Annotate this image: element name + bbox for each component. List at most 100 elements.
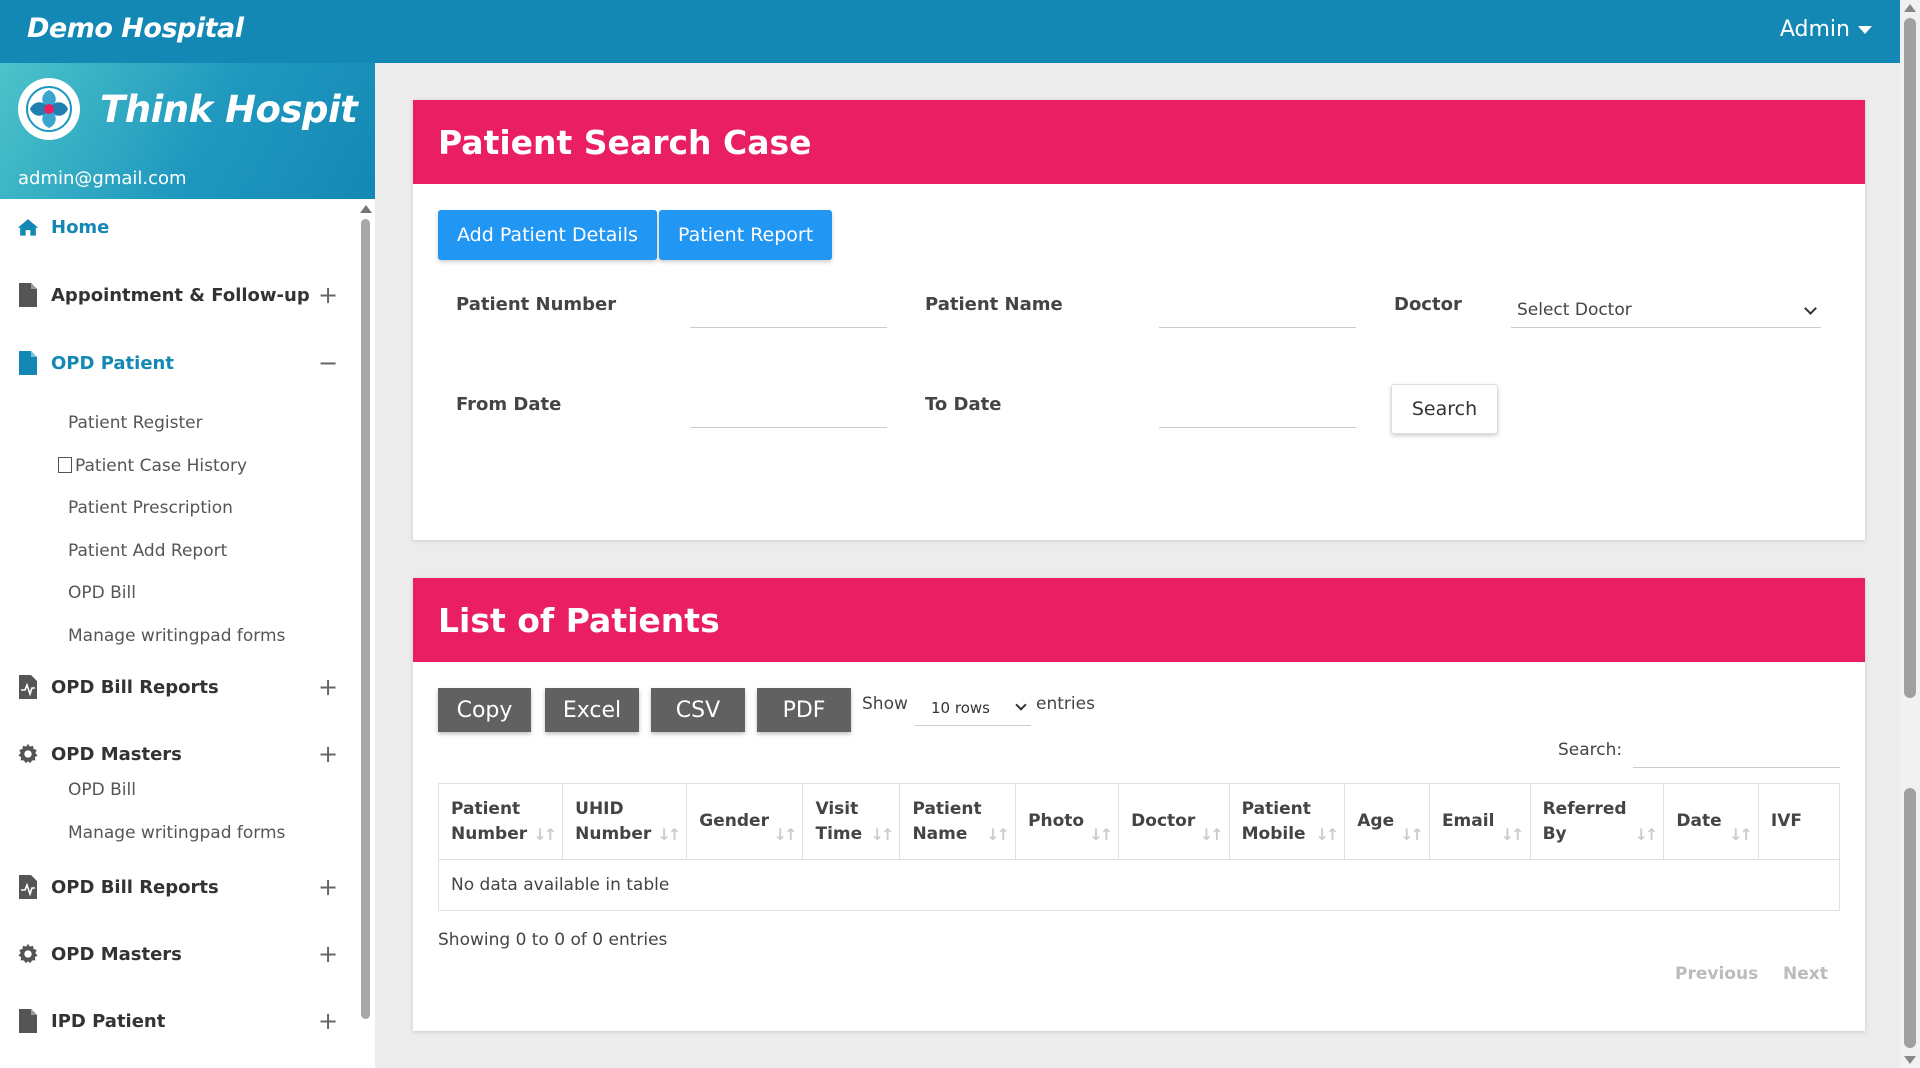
sub-item-patient-case-history[interactable]: Patient Case History <box>58 456 248 476</box>
sub-item-manage-writingpad[interactable]: Manage writingpad forms <box>68 626 285 646</box>
add-patient-details-button[interactable]: Add Patient Details <box>438 210 657 260</box>
column-header[interactable]: Patient Name ↓↑ <box>899 783 1017 860</box>
column-header[interactable]: Date ↓↑ <box>1663 783 1759 860</box>
copy-button[interactable]: Copy <box>438 688 531 732</box>
search-button[interactable]: Search <box>1391 384 1498 434</box>
expand-plus-icon[interactable]: + <box>318 742 338 766</box>
column-header[interactable]: UHID Number ↓↑ <box>562 783 688 860</box>
patient-report-button[interactable]: Patient Report <box>659 210 833 260</box>
sidebar-scroll-thumb[interactable] <box>361 219 370 1019</box>
previous-page-button[interactable]: Previous <box>1675 964 1758 984</box>
column-header[interactable]: Patient Number ↓↑ <box>437 783 564 860</box>
sort-icon[interactable]: ↓↑ <box>1315 822 1339 847</box>
column-header[interactable]: IVF <box>1757 783 1841 860</box>
entries-label: entries <box>1036 694 1095 714</box>
sidebar-item-opd-bill-reports[interactable]: OPD Bill Reports + <box>0 667 350 707</box>
gear-icon <box>17 941 39 967</box>
file-icon <box>17 282 39 308</box>
to-date-input[interactable] <box>1159 398 1356 428</box>
sort-icon[interactable]: ↓↑ <box>1501 822 1525 847</box>
sort-icon[interactable]: ↓↑ <box>774 822 798 847</box>
sort-icon[interactable]: ↓↑ <box>1635 822 1659 847</box>
sort-icon[interactable]: ↓↑ <box>1089 822 1113 847</box>
sub-item-patient-prescription[interactable]: Patient Prescription <box>68 498 233 518</box>
doctor-label: Doctor <box>1394 294 1462 315</box>
rows-per-page-select[interactable]: 10 rows <box>915 690 1031 726</box>
top-navbar: Demo Hospital Admin <box>0 0 1900 63</box>
sort-icon[interactable]: ↓↑ <box>986 822 1010 847</box>
checkbox-icon <box>58 457 72 473</box>
scroll-down-icon[interactable] <box>1904 1056 1916 1064</box>
chevron-down-icon <box>1015 699 1027 711</box>
sidebar-item-label: Home <box>51 216 110 238</box>
column-header[interactable]: Email ↓↑ <box>1428 783 1531 860</box>
chevron-down-icon <box>1804 302 1817 315</box>
file-icon <box>17 350 39 376</box>
brand-name[interactable]: Demo Hospital <box>27 13 244 44</box>
sidebar-item-opd-patient[interactable]: OPD Patient − <box>0 343 350 383</box>
expand-plus-icon[interactable]: + <box>318 875 338 899</box>
next-page-button[interactable]: Next <box>1783 964 1828 984</box>
sidebar-item-appointment[interactable]: Appointment & Follow-up + <box>0 275 350 315</box>
sub-item-label: Patient Case History <box>75 456 248 476</box>
sort-icon[interactable]: ↓↑ <box>1400 822 1424 847</box>
from-date-label: From Date <box>456 394 562 415</box>
column-header[interactable]: Visit Time ↓↑ <box>802 783 901 860</box>
sidebar-item-home[interactable]: Home <box>0 207 350 247</box>
sort-icon[interactable]: ↓↑ <box>871 822 895 847</box>
scroll-up-icon[interactable] <box>1904 4 1916 12</box>
table-info: Showing 0 to 0 of 0 entries <box>438 930 668 950</box>
sort-icon[interactable]: ↓↑ <box>533 822 557 847</box>
excel-button[interactable]: Excel <box>545 688 639 732</box>
sub-item-opd-bill-2[interactable]: OPD Bill <box>68 780 136 800</box>
sidebar-item-opd-bill-reports-2[interactable]: OPD Bill Reports + <box>0 867 350 907</box>
sidebar-item-label: Appointment & Follow-up <box>51 284 310 306</box>
sort-icon[interactable]: ↓↑ <box>657 822 681 847</box>
patient-number-input[interactable] <box>690 298 887 328</box>
patient-name-input[interactable] <box>1159 298 1356 328</box>
expand-plus-icon[interactable]: + <box>318 942 338 966</box>
page-scroll-thumb-lower[interactable] <box>1904 788 1916 1048</box>
sub-item-patient-register[interactable]: Patient Register <box>68 413 203 433</box>
from-date-input[interactable] <box>690 398 887 428</box>
sidebar-item-opd-masters[interactable]: OPD Masters + <box>0 734 350 774</box>
csv-button[interactable]: CSV <box>651 688 745 732</box>
sub-item-patient-add-report[interactable]: Patient Add Report <box>68 541 227 561</box>
page-scroll-thumb[interactable] <box>1904 18 1916 698</box>
column-header[interactable]: Gender ↓↑ <box>686 783 804 860</box>
column-header[interactable]: Photo ↓↑ <box>1015 783 1120 860</box>
column-header[interactable]: Referred By ↓↑ <box>1529 783 1665 860</box>
sidebar-item-opd-masters-2[interactable]: OPD Masters + <box>0 934 350 974</box>
expand-plus-icon[interactable]: + <box>318 1009 338 1033</box>
admin-dropdown[interactable]: Admin <box>1780 17 1872 42</box>
report-icon <box>17 674 39 700</box>
pdf-button[interactable]: PDF <box>757 688 851 732</box>
report-icon <box>17 874 39 900</box>
sub-item-manage-writingpad-2[interactable]: Manage writingpad forms <box>68 823 285 843</box>
sort-icon[interactable]: ↓↑ <box>1729 822 1753 847</box>
sidebar-item-label: OPD Patient <box>51 352 174 374</box>
column-header[interactable]: Age ↓↑ <box>1344 783 1430 860</box>
column-header[interactable]: Patient Mobile ↓↑ <box>1228 783 1346 860</box>
empty-table-message: No data available in table <box>438 859 1840 911</box>
hospital-logo-icon <box>18 78 80 140</box>
doctor-select[interactable]: Select Doctor <box>1511 292 1821 328</box>
sidebar-scrollbar[interactable] <box>360 205 372 1068</box>
doctor-select-value: Select Doctor <box>1517 299 1632 320</box>
patient-number-label: Patient Number <box>456 294 617 315</box>
page-scrollbar[interactable] <box>1900 0 1920 1068</box>
sub-item-opd-bill[interactable]: OPD Bill <box>68 583 136 603</box>
scroll-up-icon[interactable] <box>360 205 372 213</box>
column-header[interactable]: Doctor ↓↑ <box>1118 783 1230 860</box>
to-date-label: To Date <box>925 394 1002 415</box>
table-search-input[interactable] <box>1633 732 1840 768</box>
collapse-minus-icon[interactable]: − <box>318 351 338 375</box>
expand-plus-icon[interactable]: + <box>318 283 338 307</box>
search-label: Search: <box>1558 740 1623 760</box>
patient-search-card: Patient Search Case Add Patient Details … <box>413 100 1865 540</box>
sort-icon[interactable]: ↓↑ <box>1200 822 1224 847</box>
column-header-line1: Patient <box>1241 798 1311 819</box>
sidebar-item-ipd-patient[interactable]: IPD Patient + <box>0 1001 350 1041</box>
expand-plus-icon[interactable]: + <box>318 675 338 699</box>
patients-table: Patient Number ↓↑ UHID Number ↓↑ Gender ↓↑ Visit… <box>437 783 1841 911</box>
